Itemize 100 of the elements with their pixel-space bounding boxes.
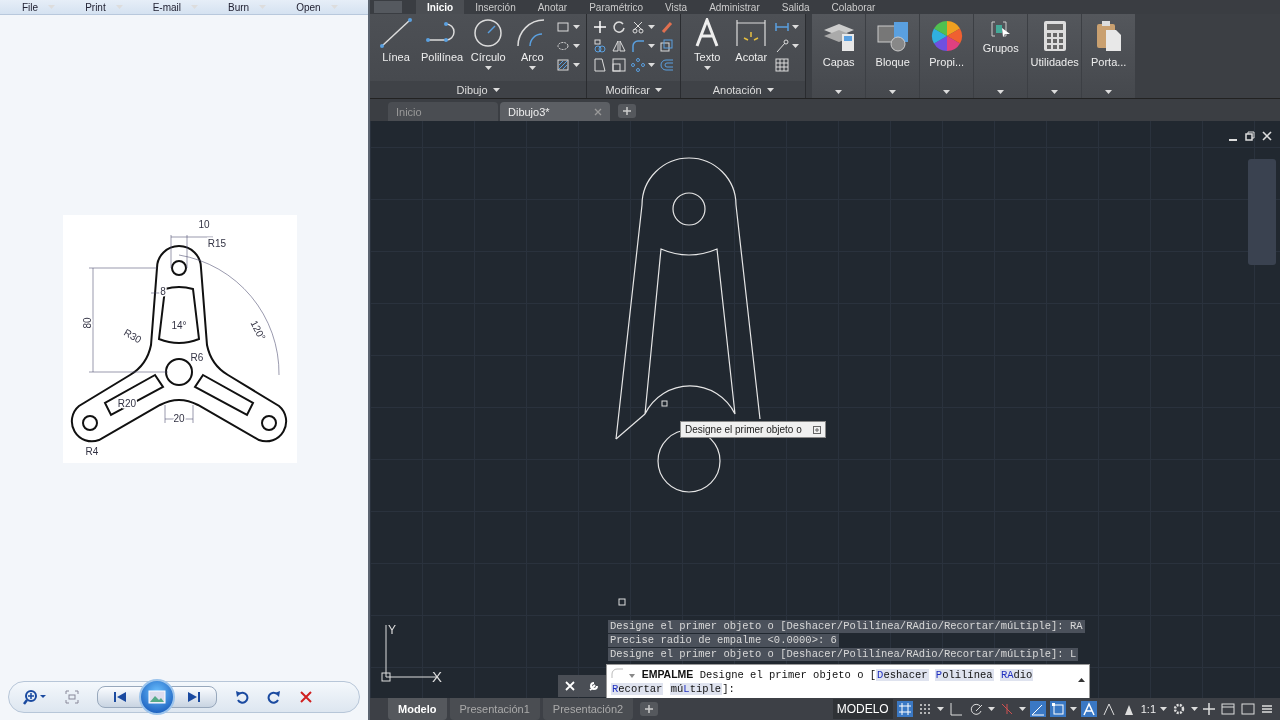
menu-item[interactable]: File (22, 1, 39, 13)
layout-tab[interactable]: Presentación2 (542, 698, 634, 720)
tool-button[interactable] (556, 39, 581, 53)
caret-icon (766, 87, 774, 92)
new-layout-button[interactable] (640, 702, 659, 716)
fillet-icon (631, 39, 646, 53)
ribbon-button[interactable]: Propi... (920, 14, 974, 98)
ortho-button[interactable] (947, 701, 964, 717)
square-snap-icon (1050, 702, 1065, 716)
menu-item[interactable]: Print (85, 1, 106, 13)
letter-icon (694, 18, 721, 48)
close-icon (1262, 131, 1272, 141)
track-icon (999, 702, 1014, 716)
grid-button[interactable] (896, 701, 913, 717)
caret-icon (1018, 707, 1026, 711)
annotation-button[interactable] (1080, 701, 1097, 717)
ellipse-icon (556, 39, 571, 53)
fullscreen-button[interactable] (1240, 701, 1256, 717)
rotate-right-button[interactable] (267, 690, 281, 704)
annotation-icon (1081, 702, 1096, 716)
menu-item[interactable]: Open (296, 1, 321, 13)
ribbon-tool[interactable]: Línea (376, 16, 416, 72)
settings-button[interactable] (1171, 701, 1187, 717)
new-tab-button[interactable] (618, 104, 636, 118)
angle-icon (1030, 702, 1045, 716)
ribbon-tab[interactable]: Administrar (698, 0, 771, 14)
plus-icon (623, 107, 631, 115)
offset-icon (660, 58, 675, 72)
osnap-button[interactable] (1049, 701, 1066, 717)
mirror-icon (612, 39, 627, 53)
add-button[interactable] (1202, 702, 1216, 716)
annotation-scale[interactable]: 1:1 (1140, 703, 1156, 715)
scale-visibility-button[interactable] (1100, 701, 1117, 717)
ribbon-tab[interactable]: Colaborar (820, 0, 887, 14)
menu-button[interactable] (1260, 702, 1274, 716)
tool-button[interactable] (631, 20, 656, 34)
rotate-left-button[interactable] (235, 690, 249, 704)
slideshow-button[interactable] (139, 679, 175, 715)
isolate-button[interactable] (1220, 701, 1236, 717)
tool-button[interactable] (593, 39, 608, 53)
zoom-button[interactable] (23, 689, 47, 705)
tool-button[interactable] (556, 20, 581, 34)
panel-title[interactable]: Dibujo (370, 81, 587, 98)
angle-button[interactable] (1029, 701, 1046, 717)
tool-button[interactable] (556, 58, 581, 72)
ribbon-button[interactable]: Utilidades (1028, 14, 1082, 98)
dimension-label: 14° (171, 320, 187, 331)
ribbon-button[interactable]: Porta... (1082, 14, 1136, 98)
ribbon-tool[interactable]: Texto (687, 16, 728, 72)
tool-button[interactable] (593, 58, 608, 72)
calculator-icon (1042, 20, 1067, 52)
caret-icon (1051, 90, 1059, 94)
wrench-icon (587, 680, 600, 692)
rotate-left-icon (235, 690, 249, 704)
slideshow-icon (148, 690, 166, 704)
ribbon-tab[interactable]: Anotar (526, 0, 579, 14)
axis-label: Y (388, 623, 396, 637)
customize-button[interactable] (587, 680, 600, 692)
delete-button[interactable] (299, 690, 313, 704)
ribbon-tool[interactable]: Acotar (731, 16, 772, 72)
cursor-marker (618, 598, 626, 606)
scissors-icon (631, 20, 646, 34)
ribbon-tab[interactable]: Vista (654, 0, 699, 14)
ribbon-button[interactable]: Grupos (974, 14, 1028, 98)
tool-button[interactable] (631, 39, 656, 53)
dimension-label: R30 (122, 326, 144, 346)
tool-button[interactable] (775, 39, 800, 53)
ribbon-tool[interactable]: Arco (512, 16, 553, 72)
fillet-icon (611, 668, 623, 678)
layout-tab[interactable]: Modelo (388, 698, 447, 720)
dimension-label: 120° (248, 318, 268, 343)
ribbon-tool[interactable]: Polilínea (420, 16, 465, 72)
ribbon-tab[interactable]: Inserción (464, 0, 527, 14)
tool-button[interactable] (775, 20, 800, 34)
ribbon-button[interactable]: Bloque (866, 14, 920, 98)
rotate-icon (612, 20, 627, 34)
panel-title[interactable]: Modificar (587, 81, 681, 98)
ribbon-button[interactable]: Capas (812, 14, 866, 98)
ribbon-tab[interactable]: Salida (770, 0, 821, 14)
caret-icon (528, 66, 536, 70)
ribbon-tool[interactable]: Círculo (468, 16, 509, 72)
menu-item[interactable]: Burn (228, 1, 250, 13)
tool-button[interactable] (631, 58, 656, 72)
model-space-button[interactable]: MODELO (832, 699, 893, 719)
previous-button[interactable] (97, 686, 143, 708)
file-tab[interactable]: Dibujo3* (500, 102, 610, 121)
stretch-icon (593, 58, 608, 72)
close-button[interactable] (564, 681, 575, 691)
next-button[interactable] (171, 686, 217, 708)
menu-item[interactable]: E-mail (152, 1, 182, 13)
drawing-canvas[interactable] (370, 121, 1280, 698)
ribbon-tab[interactable]: Paramétrico (578, 0, 655, 14)
array-icon (631, 58, 646, 72)
panel-title[interactable]: Anotación (681, 81, 806, 98)
layout-tab[interactable]: Presentación1 (449, 698, 540, 720)
tool-button[interactable] (612, 20, 627, 34)
ribbon-tab[interactable]: Inicio (416, 0, 465, 14)
dimension-label: R15 (207, 238, 227, 249)
block-icon (875, 20, 910, 52)
caret-icon (484, 66, 492, 70)
